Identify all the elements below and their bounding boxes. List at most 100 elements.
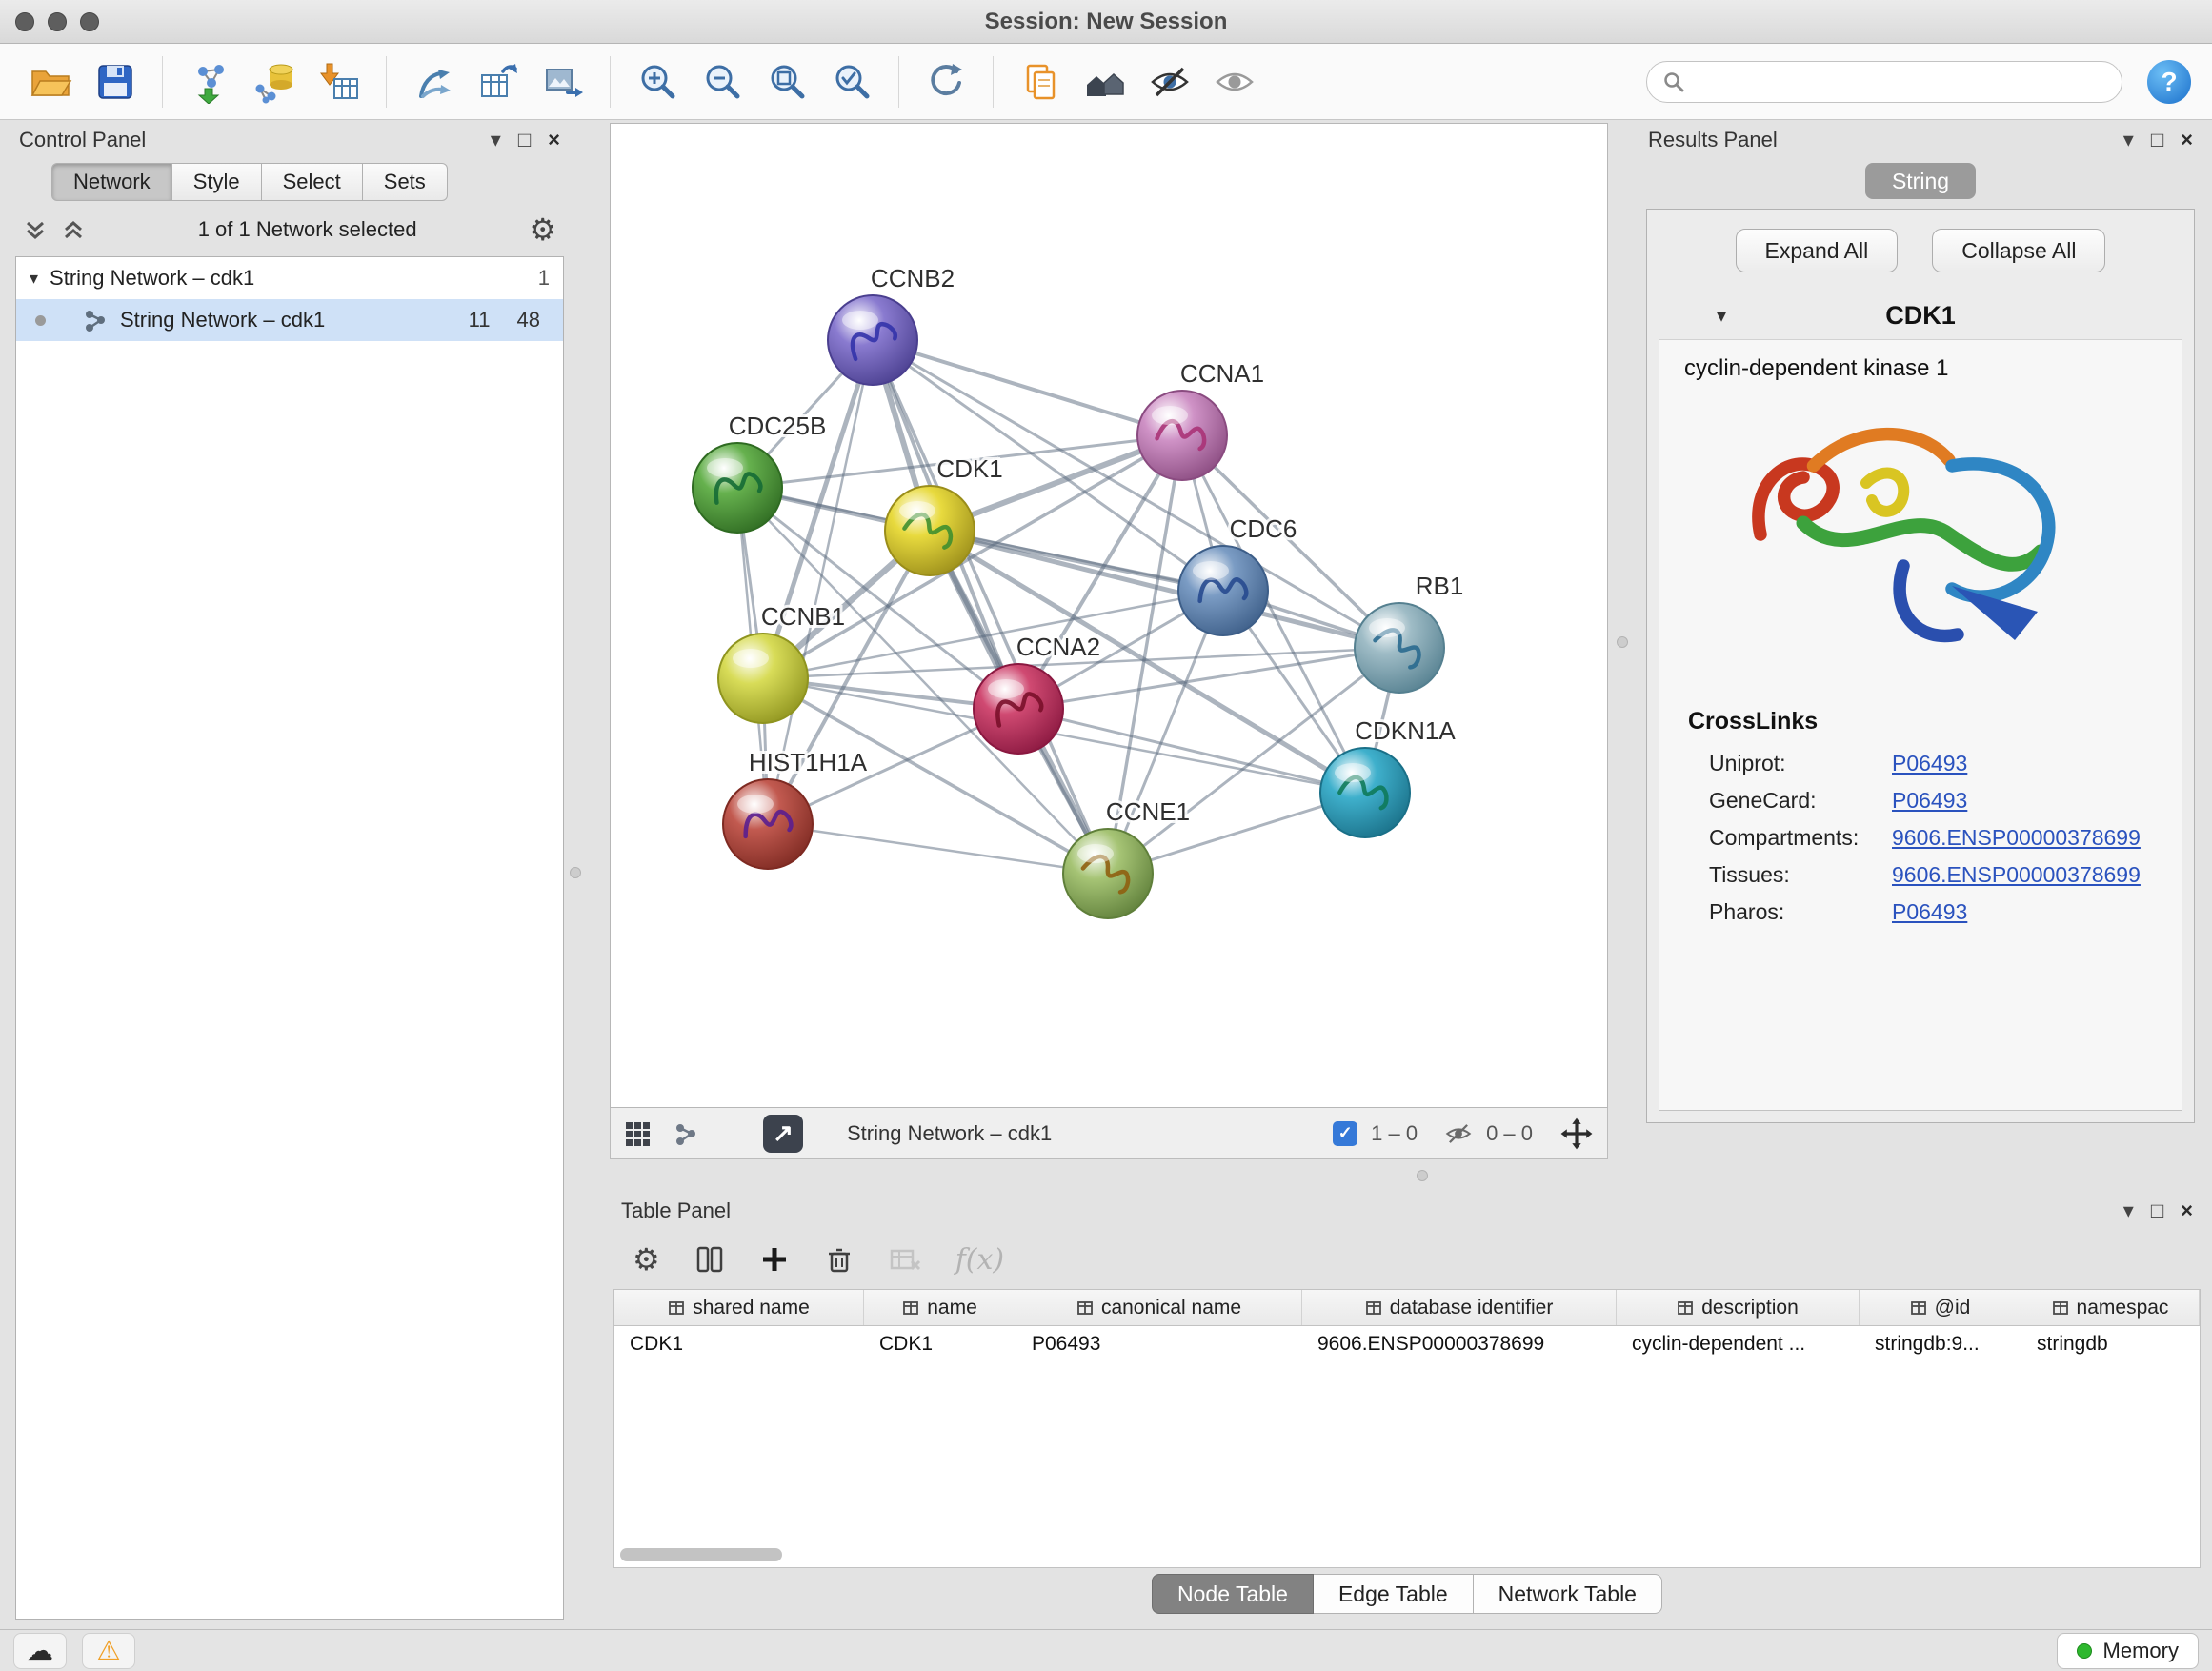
fork-arrows-icon	[412, 60, 455, 104]
edge-CCNB2-CCNA1[interactable]	[873, 340, 1182, 435]
network-table-export-button[interactable]	[469, 52, 528, 111]
grid-icon[interactable]	[624, 1119, 653, 1148]
table-panel-header: Table Panel ▾ □ ×	[610, 1192, 2204, 1230]
crosslink-link[interactable]: 9606.ENSP00000378699	[1892, 825, 2141, 851]
window-close-button[interactable]	[15, 12, 34, 31]
table-settings-gear-icon[interactable]: ⚙	[633, 1244, 660, 1275]
tab-network[interactable]: Network	[51, 163, 172, 201]
crosslink-link[interactable]: 9606.ENSP00000378699	[1892, 862, 2141, 888]
column-header[interactable]: shared name	[614, 1290, 864, 1325]
expand-all-icon[interactable]	[61, 217, 86, 242]
crosslink-link[interactable]: P06493	[1892, 899, 1967, 925]
birdseye-view-button[interactable]: ↗	[763, 1115, 803, 1153]
add-column-icon[interactable]	[759, 1244, 790, 1275]
string-tab[interactable]: String	[1865, 163, 1976, 199]
network-row[interactable]: String Network – cdk1 11 48	[16, 299, 563, 341]
column-header[interactable]: canonical name	[1016, 1290, 1302, 1325]
search-input[interactable]	[1695, 70, 2106, 94]
tab-select[interactable]: Select	[262, 163, 363, 201]
import-table-button[interactable]	[310, 52, 369, 111]
refresh-button[interactable]	[916, 52, 975, 111]
hide-elements-button[interactable]	[1140, 52, 1199, 111]
edge-CDC6-CCNE1[interactable]	[1108, 591, 1223, 874]
node-gloss	[1152, 406, 1188, 425]
close-panel-icon[interactable]: ×	[2181, 1200, 2193, 1221]
maximize-panel-icon[interactable]: □	[518, 130, 531, 151]
results-panel-title: Results Panel	[1648, 128, 1778, 152]
network-overview-icon[interactable]	[672, 1119, 700, 1148]
tab-network-table[interactable]: Network Table	[1474, 1574, 1662, 1614]
save-icon	[93, 60, 137, 104]
titlebar: Session: New Session	[0, 0, 2212, 44]
collapse-section-icon[interactable]: ▾	[1717, 304, 1726, 328]
splitter-handle[interactable]	[1617, 636, 1628, 648]
edge-CCNB2-CCNE1[interactable]	[873, 340, 1108, 874]
table-row[interactable]: CDK1 CDK1 P06493 9606.ENSP00000378699 cy…	[614, 1326, 2200, 1362]
memory-label: Memory	[2103, 1639, 2179, 1663]
column-header[interactable]: database identifier	[1302, 1290, 1617, 1325]
edge-CCNA2-CDKN1A[interactable]	[1018, 709, 1365, 793]
window-zoom-button[interactable]	[80, 12, 99, 31]
splitter-handle[interactable]	[1417, 1170, 1428, 1181]
cloud-button[interactable]: ☁	[13, 1633, 67, 1669]
tab-style[interactable]: Style	[172, 163, 262, 201]
memory-button[interactable]: Memory	[2057, 1633, 2199, 1669]
float-panel-icon[interactable]: ▾	[491, 130, 501, 151]
show-elements-button[interactable]	[1205, 52, 1264, 111]
collapse-all-icon[interactable]	[23, 217, 48, 242]
close-panel-icon[interactable]: ×	[548, 130, 560, 151]
collapse-all-button[interactable]: Collapse All	[1932, 229, 2105, 272]
window-minimize-button[interactable]	[48, 12, 67, 31]
copy-document-button[interactable]	[1011, 52, 1070, 111]
node-CCNB1[interactable]	[718, 634, 808, 723]
pan-move-icon[interactable]	[1559, 1117, 1594, 1151]
node-gloss	[737, 795, 774, 814]
home-button[interactable]	[1076, 52, 1135, 111]
tree-expand-icon[interactable]: ▾	[30, 269, 38, 289]
open-session-button[interactable]	[21, 52, 80, 111]
crosslink-row: Pharos: P06493	[1659, 894, 2182, 931]
maximize-panel-icon[interactable]: □	[2151, 1200, 2163, 1221]
horizontal-scrollbar-thumb[interactable]	[620, 1548, 782, 1561]
zoom-fit-button[interactable]	[757, 52, 816, 111]
zoom-out-button[interactable]	[693, 52, 752, 111]
column-header[interactable]: @id	[1860, 1290, 2021, 1325]
import-network-database-button[interactable]	[245, 52, 304, 111]
tab-edge-table[interactable]: Edge Table	[1314, 1574, 1474, 1614]
network-canvas[interactable]: CCNB2CCNA1CDC25BCDK1CDC6RB1CCNB1CCNA2CDK…	[610, 123, 1608, 1108]
zoom-in-button[interactable]	[628, 52, 687, 111]
tab-node-table[interactable]: Node Table	[1152, 1574, 1314, 1614]
crosslink-link[interactable]: P06493	[1892, 751, 1967, 776]
save-session-button[interactable]	[86, 52, 145, 111]
crosslink-link[interactable]: P06493	[1892, 788, 1967, 814]
zoom-selected-button[interactable]	[822, 52, 881, 111]
import-network-file-button[interactable]	[180, 52, 239, 111]
expand-all-button[interactable]: Expand All	[1736, 229, 1899, 272]
gear-icon[interactable]: ⚙	[529, 214, 556, 245]
crosslink-row: GeneCard: P06493	[1659, 782, 2182, 819]
splitter-handle[interactable]	[570, 867, 581, 878]
help-button[interactable]: ?	[2147, 60, 2191, 104]
network-collection-row[interactable]: ▾ String Network – cdk1 1	[16, 257, 563, 299]
columns-icon[interactable]	[694, 1244, 725, 1275]
tab-sets[interactable]: Sets	[363, 163, 448, 201]
hidden-count: 0 – 0	[1486, 1121, 1533, 1146]
column-header[interactable]: namespac	[2021, 1290, 2200, 1325]
new-network-from-selection-button[interactable]	[404, 52, 463, 111]
selected-checkbox[interactable]: ✓	[1333, 1121, 1357, 1146]
column-header[interactable]: name	[864, 1290, 1016, 1325]
hidden-eye-slash-icon[interactable]	[1444, 1119, 1473, 1148]
network-collection-count: 1	[538, 266, 550, 291]
maximize-panel-icon[interactable]: □	[2151, 130, 2163, 151]
delete-trash-icon[interactable]	[824, 1244, 855, 1275]
float-panel-icon[interactable]: ▾	[2123, 130, 2134, 151]
protein-header[interactable]: ▾ CDK1	[1659, 292, 2182, 340]
column-header[interactable]: description	[1617, 1290, 1860, 1325]
export-image-button[interactable]	[533, 52, 593, 111]
close-panel-icon[interactable]: ×	[2181, 130, 2193, 151]
float-panel-icon[interactable]: ▾	[2123, 1200, 2134, 1221]
control-panel-title: Control Panel	[19, 128, 146, 152]
warnings-button[interactable]: ⚠	[82, 1633, 135, 1669]
edge-HIST1H1A-CCNE1[interactable]	[768, 824, 1108, 874]
search-box[interactable]	[1646, 61, 2122, 103]
